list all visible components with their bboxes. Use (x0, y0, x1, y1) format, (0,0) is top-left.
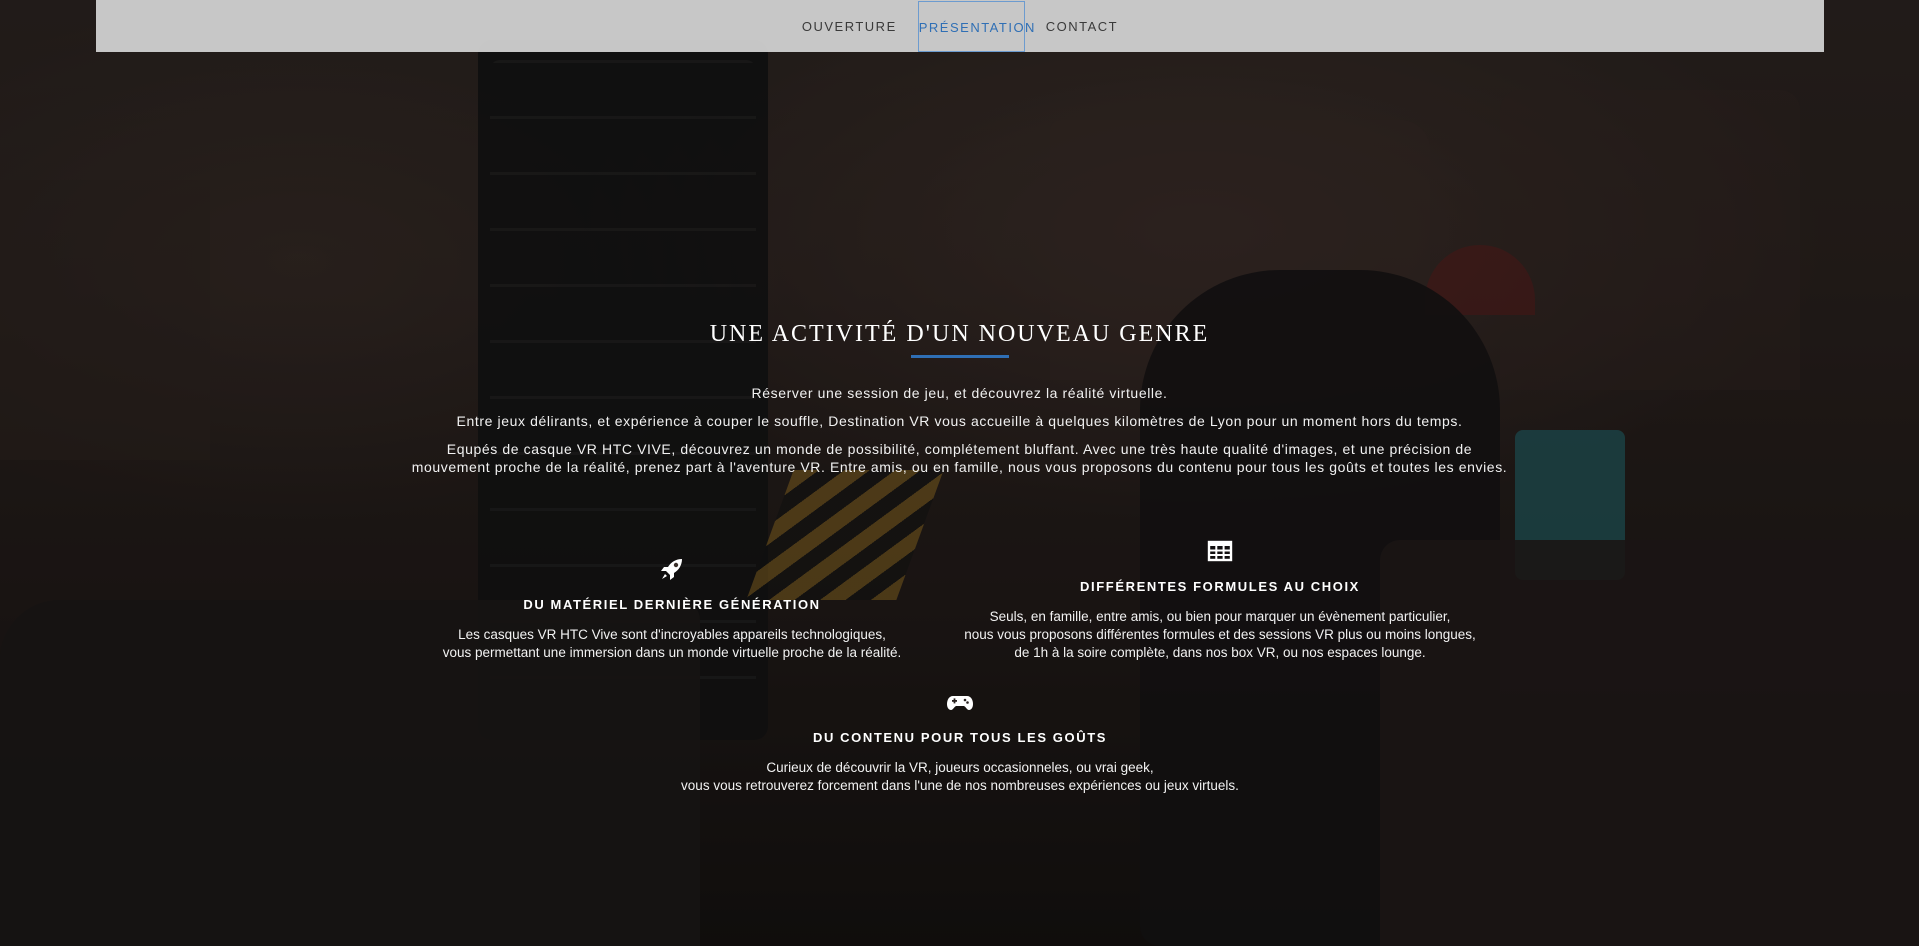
intro-paragraph: mouvement proche de la réalité, prenez p… (411, 459, 1508, 475)
feature-description: Seuls, en famille, entre amis, ou bien p… (920, 608, 1520, 662)
feature-formulas: DIFFÉRENTES FORMULES AU CHOIX Seuls, en … (920, 537, 1520, 662)
feature-title: DIFFÉRENTES FORMULES AU CHOIX (1080, 579, 1360, 594)
gamepad-icon (947, 696, 973, 710)
feature-title: DU MATÉRIEL DERNIÈRE GÉNÉRATION (523, 597, 821, 612)
intro-paragraph: Equpés de casque VR HTC VIVE, découvrez … (446, 441, 1473, 457)
feature-title: DU CONTENU POUR TOUS LES GOÛTS (812, 730, 1108, 745)
nav-item-ouverture[interactable]: OUVERTURE (781, 1, 918, 51)
intro-text: Réserver une session de jeu, et découvre… (0, 384, 1919, 486)
table-icon (1207, 540, 1233, 562)
top-navigation: OUVERTURE PRÉSENTATION CONTACT (96, 0, 1824, 52)
nav-item-presentation[interactable]: PRÉSENTATION (917, 1, 1034, 52)
feature-line: Seuls, en famille, entre amis, ou bien p… (989, 609, 1451, 624)
feature-line: de 1h à la soire complète, dans nos box … (1014, 645, 1426, 660)
title-underline (910, 355, 1009, 358)
page-title: UNE ACTIVITÉ D'UN NOUVEAU GENRE (709, 321, 1210, 347)
intro-paragraph: Entre jeux délirants, et expérience à co… (456, 413, 1463, 429)
feature-line: Les casques VR HTC Vive sont d'incroyabl… (458, 627, 886, 642)
page: OUVERTURE PRÉSENTATION CONTACT UNE ACTIV… (0, 0, 1919, 946)
feature-description: Curieux de découvrir la VR, joueurs occa… (660, 759, 1260, 795)
feature-line: vous permettant une immersion dans un mo… (442, 645, 902, 660)
feature-content: DU CONTENU POUR TOUS LES GOÛTS Curieux d… (660, 688, 1260, 795)
feature-description: Les casques VR HTC Vive sont d'incroyabl… (372, 626, 972, 662)
nav-item-contact[interactable]: CONTACT (1025, 1, 1139, 51)
hero-section: UNE ACTIVITÉ D'UN NOUVEAU GENRE (0, 318, 1919, 358)
feature-line: nous vous proposons différentes formules… (964, 627, 1476, 642)
feature-line: Curieux de découvrir la VR, joueurs occa… (766, 760, 1154, 775)
feature-line: vous vous retrouverez forcement dans l'u… (681, 778, 1239, 793)
rocket-icon (661, 559, 682, 580)
feature-hardware: DU MATÉRIEL DERNIÈRE GÉNÉRATION Les casq… (372, 555, 972, 662)
intro-paragraph: Réserver une session de jeu, et découvre… (751, 385, 1168, 401)
